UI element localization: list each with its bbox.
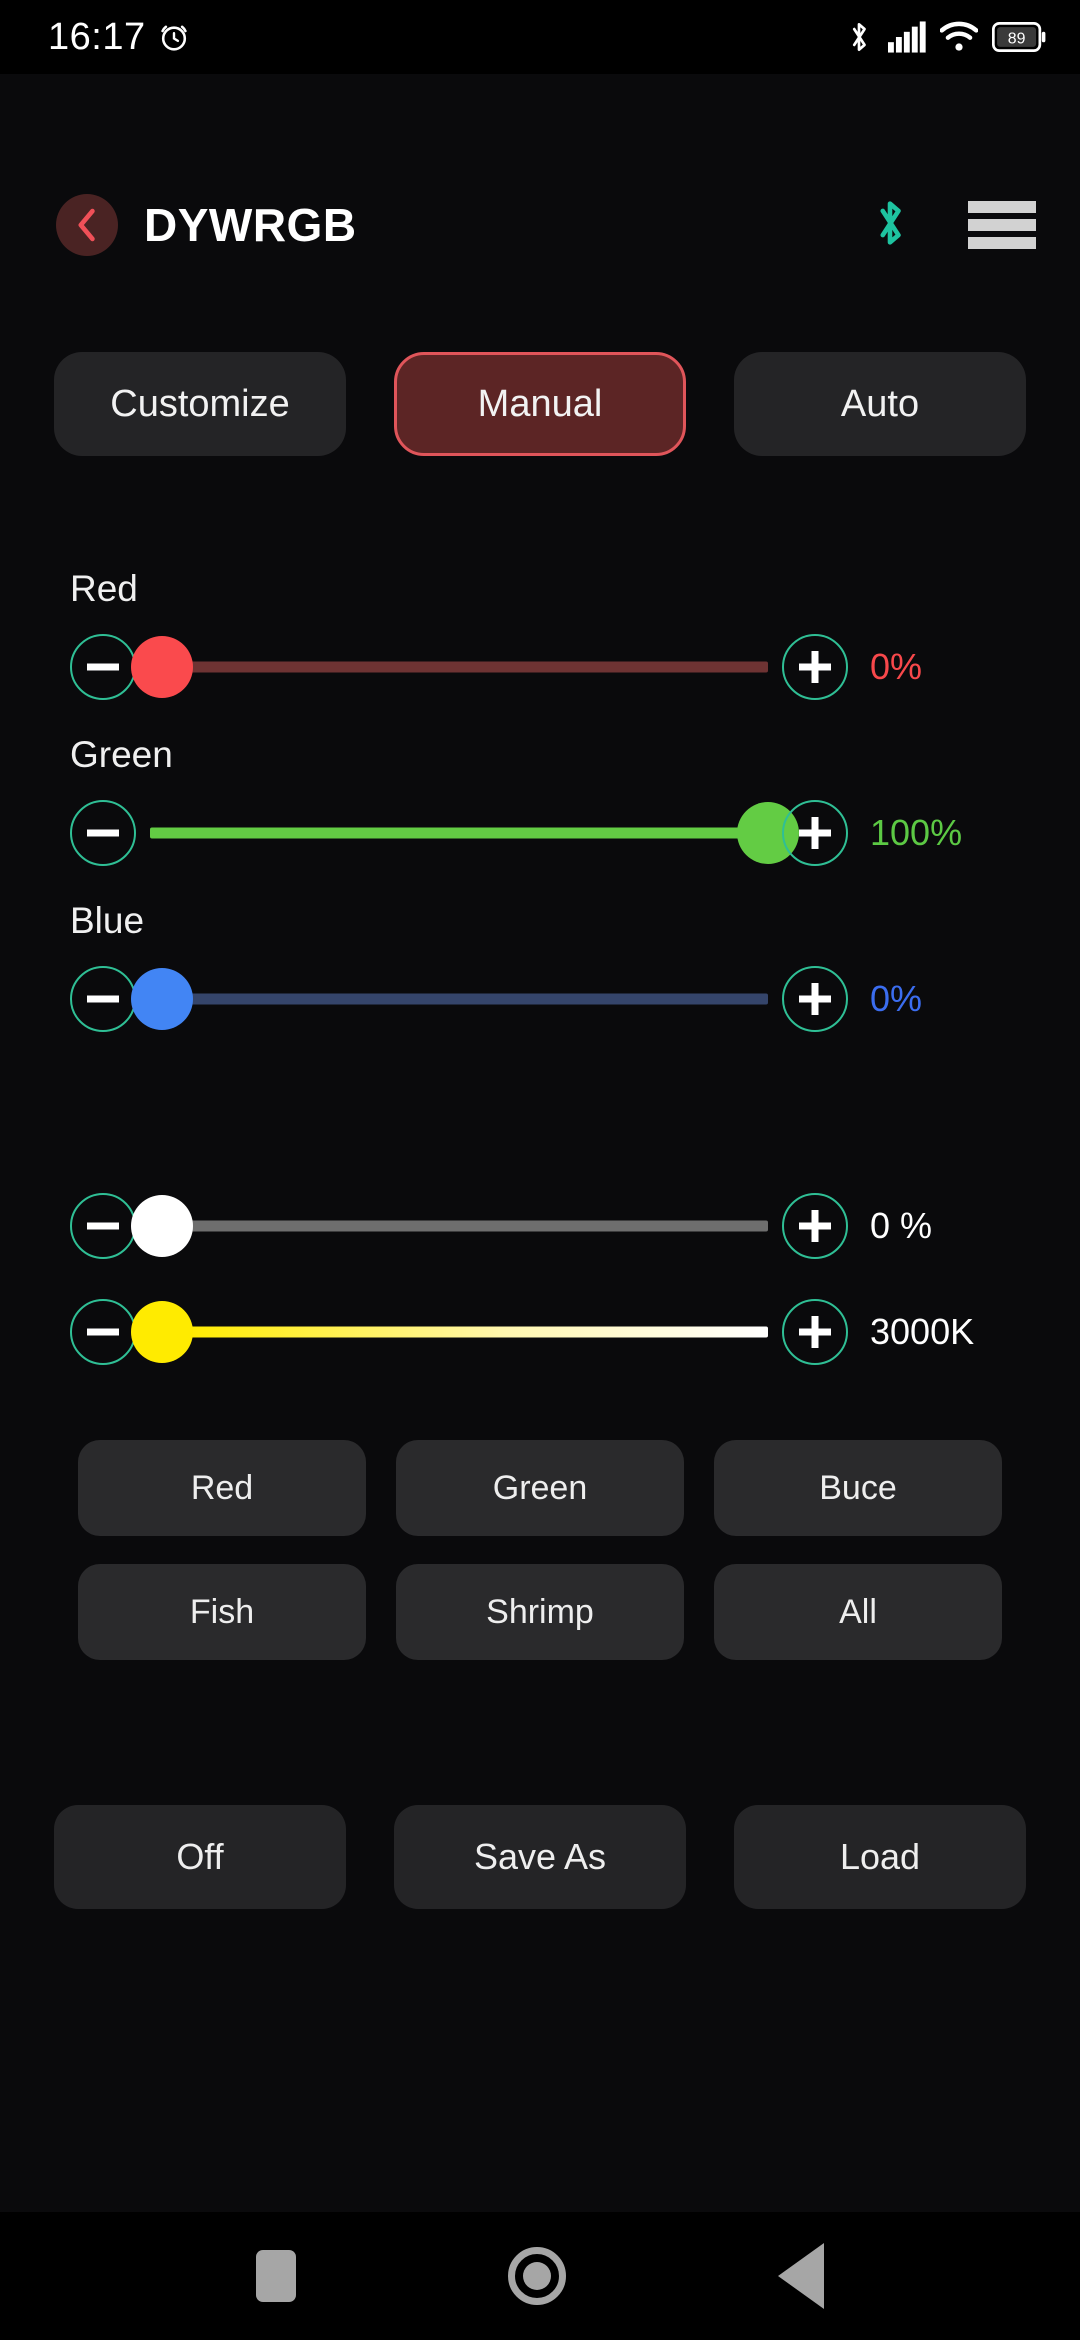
kelvin-increment-button[interactable] (782, 1299, 848, 1365)
status-bar: 16:17 89 (0, 0, 1080, 74)
minus-icon (87, 663, 119, 671)
cellular-signal-icon (888, 21, 926, 53)
tab-auto[interactable]: Auto (734, 352, 1026, 456)
minus-icon (87, 829, 119, 837)
white-decrement-button[interactable] (70, 1193, 136, 1259)
red-slider-track-area[interactable] (131, 632, 768, 702)
plus-icon-vertical (811, 983, 819, 1015)
red-decrement-button[interactable] (70, 634, 136, 700)
green-increment-button[interactable] (782, 800, 848, 866)
rgb-slider-section: Red 0% Green 100% Blue 0% (0, 568, 1080, 1066)
green-slider-value: 100% (870, 812, 963, 853)
green-slider-track (150, 827, 768, 839)
kelvin-decrement-button[interactable] (70, 1299, 136, 1365)
battery-icon: 89 (992, 22, 1046, 52)
alarm-clock-icon (160, 25, 187, 51)
plus-icon-vertical (811, 1210, 819, 1242)
minus-icon (87, 995, 119, 1003)
red-slider-track (187, 661, 768, 673)
off-button[interactable]: Off (54, 1805, 346, 1909)
minus-icon (87, 1222, 119, 1230)
bluetooth-icon (880, 200, 901, 245)
back-button[interactable] (56, 194, 118, 256)
white-slider-track-area[interactable] (131, 1191, 768, 1261)
white-increment-button[interactable] (782, 1193, 848, 1259)
red-slider-thumb[interactable] (131, 636, 194, 698)
tab-customize[interactable]: Customize (54, 352, 346, 456)
android-navigation-bar (0, 2212, 1080, 2340)
white-slider-thumb[interactable] (131, 1195, 194, 1257)
preset-button-grid: Red Green Buce Fish Shrimp All (0, 1440, 1080, 1660)
square-recents-icon[interactable] (256, 2250, 296, 2302)
red-increment-button[interactable] (782, 634, 848, 700)
kelvin-slider-track (187, 1326, 768, 1338)
preset-button-red[interactable]: Red (78, 1440, 366, 1536)
white-kelvin-slider-section: 0 % 3000K (0, 1183, 1080, 1395)
red-slider-group: Red 0% (70, 568, 1010, 710)
red-slider-value: 0% (870, 646, 923, 687)
preset-button-green[interactable]: Green (396, 1440, 684, 1536)
status-bar-left: 16:17 (48, 16, 192, 59)
tab-manual[interactable]: Manual (394, 352, 686, 456)
green-slider-row: 100% (70, 790, 1010, 876)
red-slider-label: Red (70, 568, 138, 609)
app-header: DYWRGB (0, 175, 1080, 275)
blue-slider-thumb[interactable] (131, 968, 194, 1030)
green-decrement-button[interactable] (70, 800, 136, 866)
triangle-back-icon[interactable] (778, 2243, 824, 2309)
kelvin-slider-row: 3000K (70, 1289, 1010, 1375)
page-title: DYWRGB (144, 199, 357, 251)
plus-icon-vertical (811, 817, 819, 849)
preset-button-fish[interactable]: Fish (78, 1564, 366, 1660)
chevron-left-icon (78, 208, 95, 242)
plus-icon-vertical (811, 1316, 819, 1348)
plus-icon-vertical (811, 651, 819, 683)
circle-home-icon[interactable] (508, 2247, 566, 2305)
app-screen: 16:17 89 DYWRGB Customize Manual Auto Re… (0, 0, 1080, 2340)
blue-slider-track (187, 993, 768, 1005)
preset-button-shrimp[interactable]: Shrimp (396, 1564, 684, 1660)
green-slider-group: Green 100% (70, 734, 1010, 876)
battery-level-text: 89 (1008, 31, 1026, 48)
bluetooth-icon (852, 22, 866, 52)
blue-slider-label: Blue (70, 900, 145, 941)
kelvin-slider-thumb[interactable] (131, 1301, 194, 1363)
blue-slider-track-area[interactable] (131, 964, 768, 1034)
blue-slider-row: 0% (70, 956, 1010, 1042)
hamburger-menu-icon[interactable] (968, 201, 1036, 249)
red-slider-row: 0% (70, 624, 1010, 710)
blue-slider-group: Blue 0% (70, 900, 1010, 1042)
action-button-row: Off Save As Load (0, 1805, 1080, 1909)
kelvin-slider-value: 3000K (870, 1311, 975, 1352)
menu-line-1 (968, 201, 1036, 213)
menu-line-2 (968, 219, 1036, 231)
wifi-icon (940, 21, 978, 51)
preset-button-all[interactable]: All (714, 1564, 1002, 1660)
green-slider-label: Green (70, 734, 173, 775)
green-slider-track-area[interactable] (150, 798, 799, 868)
minus-icon (87, 1328, 119, 1336)
white-slider-row: 0 % (70, 1183, 1010, 1269)
status-bar-right: 89 (844, 18, 1046, 56)
blue-slider-value: 0% (870, 978, 923, 1019)
load-button[interactable]: Load (734, 1805, 1026, 1909)
save-as-button[interactable]: Save As (394, 1805, 686, 1909)
white-slider-track (187, 1220, 768, 1232)
mode-tabs: Customize Manual Auto (0, 352, 1080, 456)
bluetooth-status-button[interactable] (868, 194, 912, 257)
menu-line-3 (968, 237, 1036, 249)
white-slider-value: 0 % (870, 1205, 933, 1246)
kelvin-slider-track-area[interactable] (131, 1297, 768, 1367)
blue-decrement-button[interactable] (70, 966, 136, 1032)
blue-increment-button[interactable] (782, 966, 848, 1032)
preset-button-buce[interactable]: Buce (714, 1440, 1002, 1536)
status-time: 16:17 (48, 15, 146, 58)
